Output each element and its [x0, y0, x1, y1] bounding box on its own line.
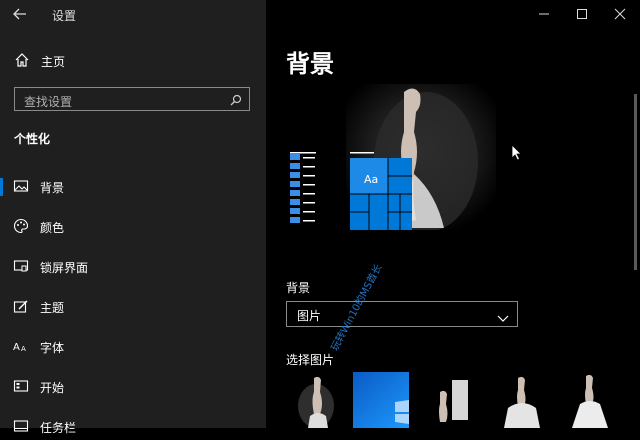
sidebar-item-colors[interactable]: 颜色: [0, 214, 266, 240]
palette-icon: [13, 218, 29, 234]
sidebar-item-themes[interactable]: 主题: [0, 294, 266, 320]
preview-tile-label: Aa: [364, 173, 378, 186]
sidebar-item-background[interactable]: 背景: [0, 174, 266, 200]
search-placeholder: 查找设置: [24, 95, 73, 109]
close-icon[interactable]: [610, 6, 630, 22]
sidebar-item-label: 背景: [40, 181, 65, 195]
choose-picture-label: 选择图片: [286, 353, 335, 367]
svg-text:A: A: [13, 342, 20, 353]
start-icon: [13, 378, 29, 394]
sidebar-item-label: 字体: [40, 341, 65, 355]
sidebar-item-fonts[interactable]: AA 字体: [0, 334, 266, 360]
background-label: 背景: [286, 281, 311, 295]
page-title: 背景: [286, 50, 334, 78]
picture-thumbnail[interactable]: [494, 372, 550, 428]
home-icon: [14, 52, 30, 68]
sidebar-item-start[interactable]: 开始: [0, 374, 266, 400]
sidebar-item-label: 开始: [40, 381, 65, 395]
maximize-icon[interactable]: [572, 6, 592, 22]
sidebar-item-label: 颜色: [40, 221, 65, 235]
background-picture-icon: [13, 178, 29, 194]
sidebar-item-lock-screen[interactable]: 锁屏界面: [0, 254, 266, 280]
taskbar-icon: [13, 418, 29, 434]
sidebar-item-taskbar[interactable]: 任务栏: [0, 414, 266, 440]
background-preview: Aa: [286, 84, 496, 232]
lock-screen-icon: [13, 258, 29, 274]
theme-icon: [13, 298, 29, 314]
section-title: 个性化: [14, 132, 51, 146]
selection-indicator: [0, 178, 3, 196]
sidebar-item-label: 主题: [40, 301, 65, 315]
minimize-icon[interactable]: [534, 6, 554, 22]
sidebar: 设置 主页 查找设置 个性化 背景 颜色 锁屏界面 主题 A A 字体 开始 任…: [0, 0, 266, 435]
dropdown-value: 图片: [297, 309, 322, 323]
scrollbar[interactable]: [634, 94, 637, 270]
picture-thumbnail[interactable]: [562, 372, 618, 428]
picture-thumbnail-windows[interactable]: [353, 372, 409, 428]
picture-thumbnail[interactable]: [288, 372, 344, 428]
search-input[interactable]: 查找设置: [14, 87, 250, 111]
background-type-dropdown[interactable]: 图片: [286, 301, 518, 327]
nav-home-label: 主页: [41, 55, 66, 69]
svg-text:A: A: [21, 345, 26, 353]
chevron-down-icon: [497, 309, 509, 322]
sidebar-item-label: 锁屏界面: [40, 261, 89, 275]
nav-home[interactable]: 主页: [0, 50, 266, 74]
mouse-cursor-icon: [511, 144, 523, 162]
search-icon[interactable]: [229, 92, 243, 106]
app-title: 设置: [52, 9, 77, 23]
font-icon: AA: [13, 338, 29, 354]
back-arrow-icon[interactable]: [12, 6, 32, 24]
picture-thumbnail[interactable]: [422, 372, 478, 428]
